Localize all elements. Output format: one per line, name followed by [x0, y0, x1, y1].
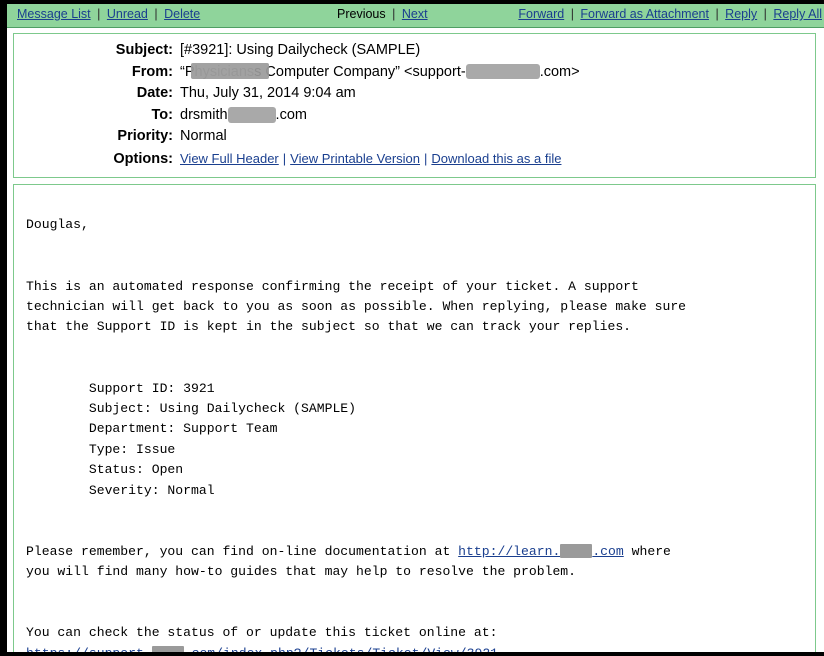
docs-line1-prefix: Please remember, you can find on-line do… [26, 543, 459, 559]
forward-as-attachment-link[interactable]: Forward as Attachment [580, 7, 709, 21]
header-row-to: To: drsmith .com [14, 105, 815, 127]
body-paragraph1-line2: technician will get back to you as soon … [26, 299, 687, 315]
docs-line1-suffix: where [623, 543, 671, 559]
toolbar-actions-group: Forward | Forward as Attachment | Reply … [518, 7, 822, 21]
to-value: drsmith .com [180, 105, 307, 127]
from-value: “Physicians s Computer Company” <support-… [180, 62, 580, 84]
message-list-link[interactable]: Message List [17, 7, 91, 21]
body-paragraph1-line3: that the Support ID is kept in the subje… [26, 319, 632, 335]
options-label: Options: [113, 150, 173, 167]
learn-link-prefix: http://learn. [458, 543, 561, 559]
message-headers-panel: Subject: [#3921]: Using Dailycheck (SAMP… [13, 33, 816, 178]
ticket-domain-redaction-blob [151, 646, 184, 652]
from-email-redaction-blob [465, 64, 540, 80]
ticket-link-suffix: .com/index.php?/Tickets/Ticket/View/3921 [183, 645, 499, 656]
toolbar-nav-group: Previous | Next [337, 7, 428, 21]
header-row-subject: Subject: [#3921]: Using Dailycheck (SAMP… [14, 40, 815, 62]
view-full-header-link[interactable]: View Full Header [180, 151, 279, 166]
learn-domain-redaction-blob [560, 544, 593, 559]
from-label: From: [131, 63, 173, 80]
date-label: Date: [136, 85, 173, 101]
next-message-link[interactable]: Next [402, 7, 428, 21]
subject-value: [#3921]: Using Dailycheck (SAMPLE) [180, 42, 421, 58]
message-toolbar: Message List | Unread | Delete Previous … [7, 4, 824, 28]
options-separator: | [282, 150, 287, 166]
body-blank-line [26, 236, 815, 256]
ticket-detail-status: Status: Open [26, 462, 184, 478]
options-separator: | [424, 150, 428, 166]
ticket-detail-severity: Severity: Normal [26, 482, 215, 498]
body-blank-line [26, 501, 815, 521]
toolbar-separator: | [715, 7, 719, 21]
to-prefix: drsmith [180, 106, 228, 123]
learn-documentation-link[interactable]: http://learn. .com [458, 544, 624, 559]
previous-message-label: Previous [337, 7, 386, 21]
download-as-file-link[interactable]: Download this as a file [431, 151, 561, 166]
body-paragraph1-line1: This is an automated response confirming… [26, 278, 639, 294]
reply-all-link[interactable]: Reply All [773, 7, 822, 21]
docs-line2: you will find many how-to guides that ma… [26, 564, 577, 580]
priority-value: Normal [180, 128, 227, 144]
toolbar-separator: | [570, 7, 574, 21]
forward-link[interactable]: Forward [518, 7, 564, 21]
options-value: View Full Header | View Printable Version |… [180, 148, 561, 170]
priority-label: Priority: [117, 128, 173, 144]
from-prefix: “P [180, 63, 195, 80]
toolbar-separator: | [97, 7, 101, 21]
header-row-priority: Priority: Normal [14, 126, 815, 148]
message-body-panel: Douglas, This is an automated response c… [13, 184, 816, 656]
to-suffix: .com [275, 106, 307, 123]
unread-link[interactable]: Unread [107, 7, 148, 21]
view-printable-version-link[interactable]: View Printable Version [290, 151, 420, 166]
header-row-options: Options: View Full Header | View Printable… [14, 148, 815, 171]
docs-line1: Please remember, you can find on-line do… [26, 544, 671, 559]
reply-link[interactable]: Reply [725, 7, 757, 21]
ticket-status-line: You can check the status of or update th… [26, 625, 498, 641]
ticket-detail-type: Type: Issue [26, 441, 176, 457]
message-view-window: Message List | Unread | Delete Previous … [0, 0, 824, 656]
message-body-text: Douglas, This is an automated response c… [14, 195, 815, 656]
date-value: Thu, July 31, 2014 9:04 am [180, 85, 356, 101]
ticket-detail-department: Department: Support Team [26, 421, 278, 437]
toolbar-separator: | [154, 7, 158, 21]
subject-label: Subject: [115, 42, 173, 58]
body-blank-line [26, 338, 815, 358]
to-domain-redaction-blob [227, 106, 276, 123]
ticket-detail-support-id: Support ID: 3921 [26, 380, 215, 396]
body-blank-line [26, 583, 815, 603]
header-row-from: From: “Physicians s Computer Company” <su… [14, 62, 815, 84]
from-email-tail: .com> [539, 63, 580, 80]
to-label: To: [151, 106, 173, 123]
header-row-date: Date: Thu, July 31, 2014 9:04 am [14, 83, 815, 105]
toolbar-separator: | [763, 7, 767, 21]
from-suffix: s Computer Company” <support- [254, 63, 466, 80]
toolbar-separator: | [392, 7, 396, 21]
toolbar-left-group: Message List | Unread | Delete [17, 7, 200, 21]
learn-link-suffix: .com [592, 543, 624, 559]
from-company-redacted-text: hysicians [194, 63, 255, 80]
ticket-link-prefix: https://support. [26, 645, 152, 656]
delete-link[interactable]: Delete [164, 7, 200, 21]
ticket-detail-subject: Subject: Using Dailycheck (SAMPLE) [26, 401, 357, 417]
body-greeting: Douglas, [26, 217, 89, 233]
ticket-view-link[interactable]: https://support. .com/index.php?/Tickets/… [26, 645, 499, 656]
